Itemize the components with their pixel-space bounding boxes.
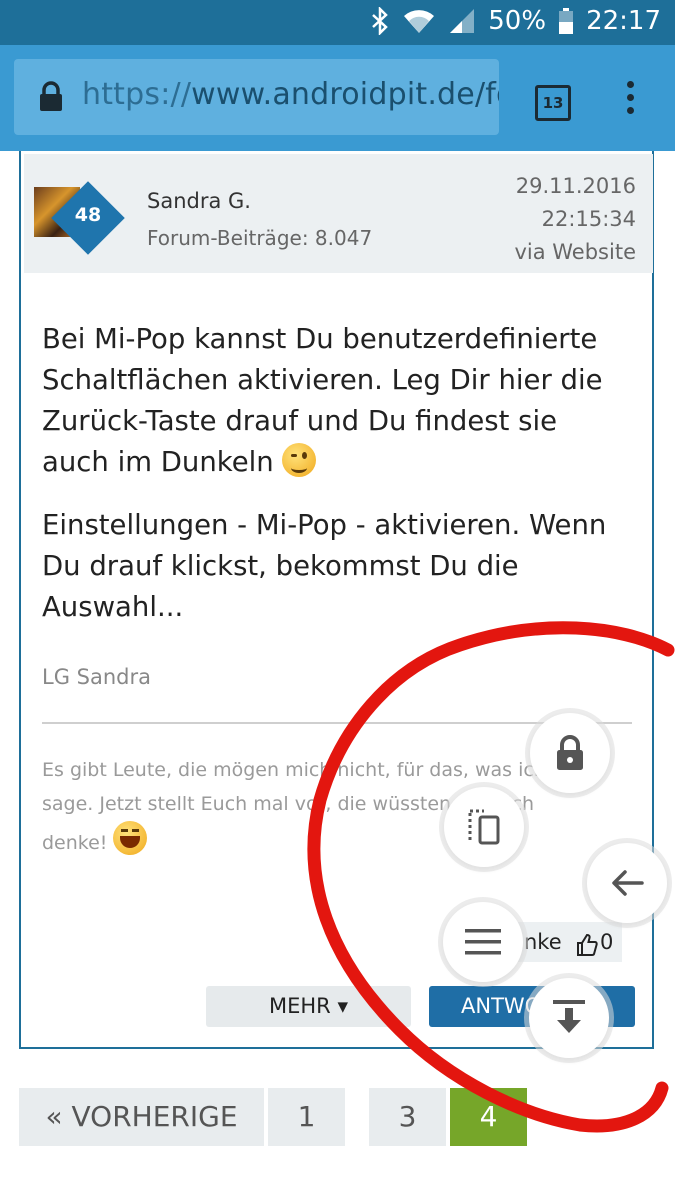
post-paragraph: Einstellungen - Mi-Pop - aktivieren. Wen… [42, 509, 607, 623]
post-paragraph-text: Bei Mi-Pop kannst Du benutzerdefinierte … [42, 323, 603, 478]
author-name[interactable]: Sandra G. [147, 189, 251, 213]
forum-post-count: Forum-Beiträge: 8.047 [147, 226, 373, 250]
tab-switcher-button[interactable]: 13 [535, 85, 571, 121]
status-bar: 50% 22:17 [0, 0, 675, 45]
bluetooth-icon [370, 7, 390, 35]
status-icons: 50% 22:17 [370, 6, 661, 36]
floating-scroll-bottom-button[interactable] [529, 978, 609, 1058]
overflow-menu-icon[interactable] [623, 81, 637, 121]
wink-emoji-icon [282, 443, 317, 477]
menu-icon [465, 929, 501, 955]
battery-percent: 50% [488, 6, 547, 36]
signal-icon [448, 7, 476, 35]
url-text[interactable]: https://www.androidpit.de/foru [82, 77, 499, 112]
floating-back-button[interactable] [587, 843, 667, 923]
post-header: 48 Sandra G. Forum-Beiträge: 8.047 29.11… [24, 154, 653, 273]
clock: 22:17 [586, 6, 661, 36]
back-arrow-icon [612, 870, 644, 896]
lock-icon [557, 735, 583, 770]
post-date: 29.11.2016 [515, 174, 636, 198]
floating-lock-button[interactable] [530, 713, 610, 793]
laughing-emoji-icon [113, 821, 148, 855]
battery-icon [558, 7, 574, 35]
post-paragraph: Bei Mi-Pop kannst Du benutzerdefinierte … [42, 319, 632, 483]
like-count: 0 [600, 930, 614, 954]
post-source: via Website [514, 240, 636, 264]
like-label: nke [524, 930, 562, 954]
previous-page-button[interactable]: « VORHERIGE [19, 1088, 264, 1146]
more-button[interactable]: MEHR ▾ [206, 986, 411, 1027]
floating-menu-button[interactable] [443, 902, 523, 982]
post-time: 22:15:34 [541, 207, 636, 231]
post-signoff: LG Sandra [42, 665, 151, 689]
page-3-button[interactable]: 3 [369, 1088, 446, 1146]
screenshot-icon [468, 809, 500, 845]
url-host: www.androidpit.de/foru [191, 77, 499, 112]
page-4-current[interactable]: 4 [450, 1088, 527, 1146]
forum-post: 48 Sandra G. Forum-Beiträge: 8.047 29.11… [19, 151, 654, 1049]
url-bar[interactable]: https://www.androidpit.de/foru [14, 59, 499, 135]
wifi-icon [402, 7, 436, 35]
post-body: Bei Mi-Pop kannst Du benutzerdefinierte … [42, 319, 632, 650]
scroll-bottom-icon [553, 1000, 585, 1033]
page-1-button[interactable]: 1 [268, 1088, 345, 1146]
secure-lock-icon [38, 81, 64, 117]
post-meta: 29.11.2016 22:15:34 via Website [514, 170, 636, 269]
rank-number: 48 [74, 204, 102, 226]
floating-screenshot-button[interactable] [444, 787, 524, 867]
url-protocol: https:// [82, 77, 192, 112]
browser-toolbar: https://www.androidpit.de/foru 13 [0, 45, 675, 151]
thumbs-up-icon [576, 930, 598, 970]
